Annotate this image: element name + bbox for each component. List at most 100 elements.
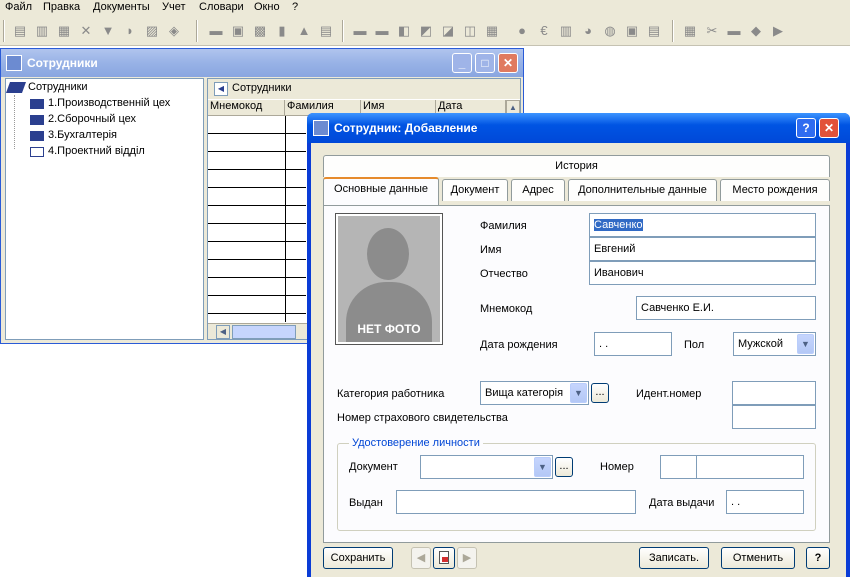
tab-birthplace[interactable]: Место рождения — [720, 179, 830, 201]
people-icon[interactable]: ◕ — [580, 23, 596, 39]
save-button[interactable]: Сохранить — [323, 547, 393, 569]
chart-icon[interactable]: ▮ — [274, 23, 290, 39]
tools-icon[interactable]: ◩ — [418, 23, 434, 39]
chevron-down-icon[interactable]: ▼ — [797, 334, 814, 354]
doc-browse-button[interactable]: ... — [555, 457, 573, 477]
grid-row[interactable] — [208, 295, 306, 296]
number-field[interactable] — [696, 455, 804, 479]
menu-file[interactable]: Файл — [5, 1, 32, 13]
exit-icon[interactable]: ▶ — [770, 23, 786, 39]
stack-icon[interactable]: ◧ — [396, 23, 412, 39]
lastname-field[interactable]: Савченко — [589, 213, 816, 237]
tab-main-data[interactable]: Основные данные — [323, 177, 439, 205]
new-record-icon[interactable] — [433, 547, 455, 569]
help-button[interactable]: ? — [806, 547, 830, 569]
next-arrow-icon[interactable]: ▶ — [457, 547, 477, 569]
filter-icon[interactable]: ▼ — [100, 23, 116, 39]
tree-item-assembly[interactable]: 2.Сборочный цех — [48, 113, 136, 125]
document-list-icon[interactable]: ▤ — [318, 23, 334, 39]
dialog-titlebar[interactable]: Сотрудник: Добавление ? ✕ — [307, 113, 850, 143]
scroll-thumb[interactable] — [232, 325, 296, 339]
ident-field[interactable] — [732, 381, 816, 405]
journal-icon[interactable]: ▬ — [208, 23, 224, 39]
menu-help[interactable]: ? — [292, 1, 298, 13]
series-field[interactable] — [660, 455, 697, 479]
menu-edit[interactable]: Правка — [43, 1, 80, 13]
employee-photo[interactable]: НЕТ ФОТО — [335, 213, 443, 345]
close-icon[interactable]: ✕ — [819, 118, 839, 138]
tab-document[interactable]: Документ — [442, 179, 508, 201]
calendar-icon[interactable]: ▦ — [484, 23, 500, 39]
minimize-icon[interactable]: _ — [452, 53, 472, 73]
doc-select[interactable]: ▼ — [420, 455, 553, 479]
table-icon[interactable]: ▤ — [646, 23, 662, 39]
archive-icon[interactable]: ▣ — [624, 23, 640, 39]
settings-icon[interactable]: ◍ — [602, 23, 618, 39]
col-mnemo[interactable]: Мнемокод — [208, 100, 285, 116]
truck-icon[interactable]: ◫ — [462, 23, 478, 39]
chevron-down-icon[interactable]: ▼ — [534, 457, 551, 477]
folder-icon[interactable]: ▬ — [352, 23, 368, 39]
upload-icon[interactable]: ▲ — [296, 23, 312, 39]
grid-row[interactable] — [208, 151, 306, 152]
edit-icon[interactable]: ▦ — [56, 23, 72, 39]
maximize-icon[interactable]: □ — [475, 53, 495, 73]
calculator-icon[interactable]: ▦ — [682, 23, 698, 39]
birth-field[interactable]: . . — [594, 332, 672, 356]
grid-row[interactable] — [208, 241, 306, 242]
prev-arrow-icon[interactable]: ◀ — [411, 547, 431, 569]
menu-accounting[interactable]: Учет — [162, 1, 186, 13]
chevron-down-icon[interactable]: ▼ — [570, 383, 587, 403]
patronymic-field[interactable]: Иванович — [589, 261, 816, 285]
export-icon[interactable]: ◈ — [166, 23, 182, 39]
tree-root[interactable]: Сотрудники — [28, 81, 88, 93]
books-icon[interactable]: ▥ — [558, 23, 574, 39]
user-settings-icon[interactable]: ◆ — [748, 23, 764, 39]
report-icon[interactable]: ▩ — [252, 23, 268, 39]
card-icon[interactable]: ▬ — [374, 23, 390, 39]
category-select[interactable]: Вища категорія ▼ — [480, 381, 589, 405]
tree-item-production[interactable]: 1.Производственній цех — [48, 97, 170, 109]
grid-row[interactable] — [208, 133, 306, 134]
tab-history[interactable]: История — [323, 155, 830, 177]
register-icon[interactable]: ▣ — [230, 23, 246, 39]
close-icon[interactable]: ✕ — [498, 53, 518, 73]
grid-row[interactable] — [208, 313, 306, 314]
write-button[interactable]: Записать. — [639, 547, 709, 569]
scroll-left-icon[interactable]: ◀ — [216, 325, 230, 339]
mnemo-field[interactable]: Савченко Е.И. — [636, 296, 816, 320]
back-arrow-icon[interactable]: ◀ — [214, 82, 228, 96]
grid-row[interactable] — [208, 187, 306, 188]
tree-item-accounting[interactable]: 3.Бухгалтерія — [48, 129, 117, 141]
help-icon[interactable]: ? — [796, 118, 816, 138]
menu-window[interactable]: Окно — [254, 1, 280, 13]
issue-date-field[interactable]: . . — [726, 490, 804, 514]
tab-address[interactable]: Адрес — [511, 179, 565, 201]
grid-row[interactable] — [208, 277, 306, 278]
print-icon[interactable]: ▨ — [144, 23, 160, 39]
tree-item-projects[interactable]: 4.Проектний відділ — [48, 145, 145, 157]
menu-documents[interactable]: Документы — [93, 1, 150, 13]
cancel-button[interactable]: Отменить — [721, 547, 795, 569]
firstname-field[interactable]: Евгений — [589, 237, 816, 261]
employees-window-titlebar[interactable]: Сотрудники _ □ ✕ — [1, 49, 523, 77]
tab-additional[interactable]: Дополнительные данные — [568, 179, 717, 201]
category-browse-button[interactable]: ... — [591, 383, 609, 403]
delete-icon[interactable]: ✕ — [78, 23, 94, 39]
new-document-icon[interactable]: ▤ — [12, 23, 28, 39]
grid-row[interactable] — [208, 205, 306, 206]
search-icon[interactable]: ◗ — [122, 23, 138, 39]
insurance-field[interactable] — [732, 405, 816, 429]
copy-icon[interactable]: ▥ — [34, 23, 50, 39]
horizontal-scrollbar[interactable]: ◀ — [208, 323, 308, 339]
warehouse-icon[interactable]: ◪ — [440, 23, 456, 39]
menu-dictionaries[interactable]: Словари — [199, 1, 244, 13]
folder-open-icon[interactable]: ▬ — [726, 23, 742, 39]
person-icon[interactable]: ● — [514, 23, 530, 39]
sex-select[interactable]: Мужской ▼ — [733, 332, 816, 356]
grid-row[interactable] — [208, 169, 306, 170]
currency-icon[interactable]: € — [536, 23, 552, 39]
grid-row[interactable] — [208, 223, 306, 224]
grid-row[interactable] — [208, 259, 306, 260]
issued-field[interactable] — [396, 490, 636, 514]
